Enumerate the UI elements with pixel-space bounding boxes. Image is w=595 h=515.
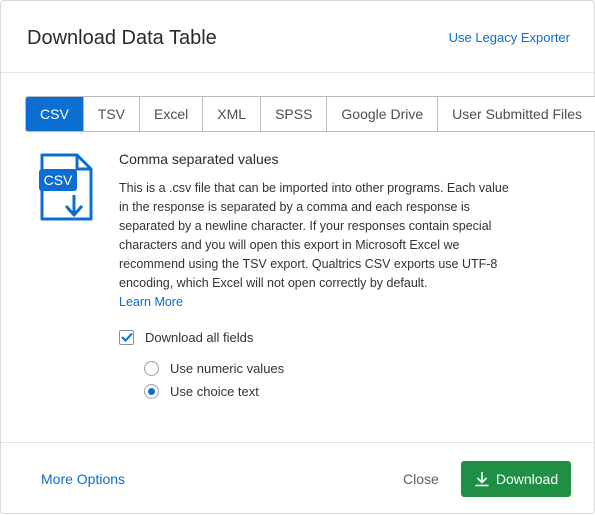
description-line: separated by a newline character. If you…: [119, 219, 492, 233]
use-legacy-exporter-link[interactable]: Use Legacy Exporter: [449, 30, 570, 45]
close-button[interactable]: Close: [403, 471, 439, 487]
use-numeric-values-option[interactable]: Use numeric values: [144, 359, 284, 377]
download-all-fields-checkbox[interactable]: [119, 329, 134, 345]
tab-spss[interactable]: SPSS: [260, 97, 327, 131]
radio-selected-dot: [148, 387, 155, 395]
download-data-table-dialog: Download Data Table Use Legacy Exporter …: [0, 0, 595, 514]
dialog-title: Download Data Table: [27, 27, 217, 49]
description-line: characters and you will open this export…: [119, 238, 460, 252]
csv-icon-label: CSV: [44, 172, 73, 188]
download-all-fields-label: Download all fields: [145, 329, 254, 345]
use-choice-text-label: Use choice text: [170, 383, 259, 399]
format-description-text: This is a .csv file that can be imported…: [119, 179, 539, 293]
use-choice-text-radio[interactable]: [144, 383, 159, 399]
format-description: Comma separated values This is a .csv fi…: [119, 151, 539, 311]
description-line: encoding, which Excel will not open corr…: [119, 276, 428, 290]
description-line: This is a .csv file that can be imported…: [119, 181, 509, 195]
download-arrow-icon: [475, 472, 489, 487]
learn-more-link[interactable]: Learn More: [119, 295, 183, 309]
download-all-fields-option[interactable]: Download all fields: [119, 328, 253, 346]
use-numeric-values-radio[interactable]: [144, 360, 159, 376]
tab-xml[interactable]: XML: [202, 97, 261, 131]
tab-tsv[interactable]: TSV: [82, 97, 140, 131]
more-options-link[interactable]: More Options: [41, 471, 125, 487]
tab-user-submitted-files[interactable]: User Submitted Files: [437, 97, 595, 131]
format-subtitle: Comma separated values: [119, 151, 279, 167]
dialog-header: Download Data Table Use Legacy Exporter: [1, 1, 594, 73]
tab-google-drive[interactable]: Google Drive: [326, 97, 438, 131]
download-button[interactable]: Download: [461, 461, 571, 497]
tab-excel[interactable]: Excel: [139, 97, 203, 131]
dialog-footer: More Options Close Download: [1, 442, 594, 515]
csv-file-download-icon: CSV: [39, 153, 95, 223]
use-choice-text-option[interactable]: Use choice text: [144, 382, 259, 400]
description-line: in the response is separated by a comma …: [119, 200, 470, 214]
format-tabs: CSV TSV Excel XML SPSS Google Drive User…: [25, 96, 595, 132]
description-line: recommend using the TSV export. Qualtric…: [119, 257, 498, 271]
checkmark-icon: [120, 332, 133, 342]
download-button-label: Download: [495, 471, 559, 487]
use-numeric-values-label: Use numeric values: [170, 360, 285, 376]
tab-csv[interactable]: CSV: [26, 97, 83, 131]
